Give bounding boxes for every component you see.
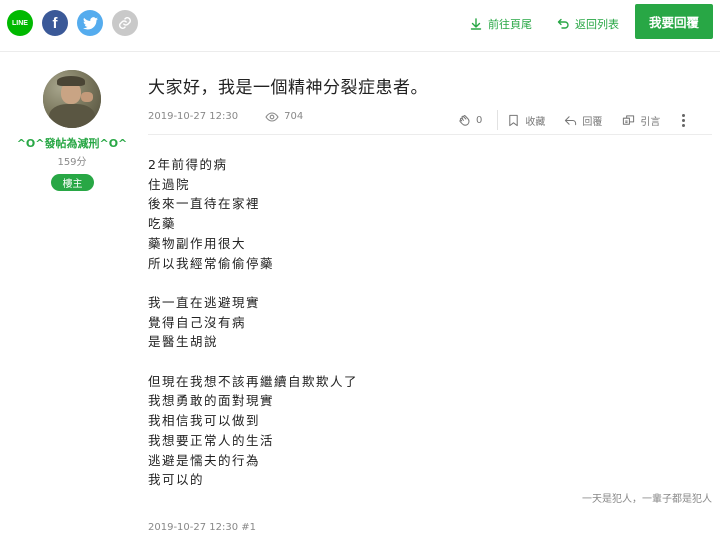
arrow-down-icon <box>470 18 482 30</box>
back-to-list-link[interactable]: 返回列表 <box>557 16 619 32</box>
goto-footer-link[interactable]: 前往頁尾 <box>470 16 532 32</box>
content-line: 2年前得的病 <box>148 157 228 172</box>
post-meta: 2019-10-27 12:30 704 <box>148 111 303 122</box>
post-content: 2年前得的病 住過院 後來一直待在家裡 吃藥 藥物副作用很大 所以我經常偷偷停藥… <box>148 155 358 490</box>
paragraph: 2年前得的病 住過院 後來一直待在家裡 吃藥 藥物副作用很大 所以我經常偷偷停藥 <box>148 155 358 273</box>
quote-icon <box>623 114 635 125</box>
user-signature: 一天是犯人，一輩子都是犯人 <box>582 494 712 505</box>
return-icon <box>557 18 569 29</box>
paragraph: 但現在我想不該再繼續自欺欺人了 我想勇敢的面對現實 我相信我可以做到 我想要正常… <box>148 372 358 490</box>
content-line: 覺得自己沒有病 <box>148 314 247 330</box>
post-footer: 2019-10-27 12:30 #1 <box>148 522 257 533</box>
post-actions: 0 收藏 回覆 引言 <box>458 110 690 130</box>
content-line: 我相信我可以做到 <box>148 413 261 429</box>
author-name[interactable]: ^O^發帖為減刑^O^ <box>0 135 144 151</box>
back-to-list-label: 返回列表 <box>575 18 619 31</box>
link-icon <box>119 17 131 29</box>
view-count: 704 <box>265 111 303 122</box>
copy-link-button[interactable] <box>112 10 138 36</box>
line-icon: LINE <box>12 19 28 27</box>
top-nav: 前往頁尾 返回列表 <box>470 16 619 32</box>
op-badge: 樓主 <box>51 174 94 191</box>
paragraph: 我一直在逃避現實 覺得自己沒有病 是醫生胡說 <box>148 293 358 352</box>
reply-button[interactable]: 我要回覆 <box>635 4 713 39</box>
post-date: 2019-10-27 12:30 <box>148 111 239 122</box>
content-line: 是醫生胡說 <box>148 334 219 350</box>
content-line: 後來一直待在家裡 <box>148 196 261 212</box>
reply-post-button[interactable]: 回覆 <box>564 113 602 128</box>
content-line: 我可以的 <box>148 472 205 488</box>
share-bar: LINE f <box>7 10 138 36</box>
twitter-icon <box>82 16 98 29</box>
line-share-button[interactable]: LINE <box>7 10 33 36</box>
post-divider <box>148 134 712 135</box>
author-score: 159分 <box>57 157 87 168</box>
bookmark-icon <box>509 114 519 126</box>
eye-icon <box>265 111 279 122</box>
header-divider <box>0 51 720 52</box>
content-line: 我想勇敢的面對現實 <box>148 393 275 409</box>
content-line: 但現在我想不該再繼續自欺欺人了 <box>148 373 359 389</box>
goto-footer-label: 前往頁尾 <box>488 18 532 31</box>
content-line: 我一直在逃避現實 <box>148 294 261 310</box>
reply-label: 回覆 <box>582 116 603 128</box>
facebook-icon: f <box>52 14 58 32</box>
like-button[interactable]: 0 <box>458 114 482 127</box>
content-line: 藥物副作用很大 <box>148 235 247 251</box>
twitter-share-button[interactable] <box>77 10 103 36</box>
favorite-label: 收藏 <box>525 116 546 128</box>
like-count: 0 <box>476 114 483 126</box>
content-line: 住過院 <box>148 176 191 192</box>
quote-button[interactable]: 引言 <box>622 113 660 128</box>
content-line: 吃藥 <box>148 216 177 232</box>
avatar[interactable] <box>43 70 101 128</box>
more-options-icon[interactable] <box>676 113 690 127</box>
facebook-share-button[interactable]: f <box>42 10 68 36</box>
content-line: 逃避是懦夫的行為 <box>148 452 261 468</box>
action-divider <box>497 110 499 130</box>
clap-icon <box>459 114 470 126</box>
quote-label: 引言 <box>640 116 661 128</box>
post-title: 大家好，我是一個精神分裂症患者。 <box>148 78 428 98</box>
content-line: 我想要正常人的生活 <box>148 432 275 448</box>
favorite-button[interactable]: 收藏 <box>507 113 545 128</box>
content-line: 所以我經常偷偷停藥 <box>148 255 275 271</box>
reply-icon <box>565 115 577 125</box>
view-count-value: 704 <box>284 111 304 122</box>
